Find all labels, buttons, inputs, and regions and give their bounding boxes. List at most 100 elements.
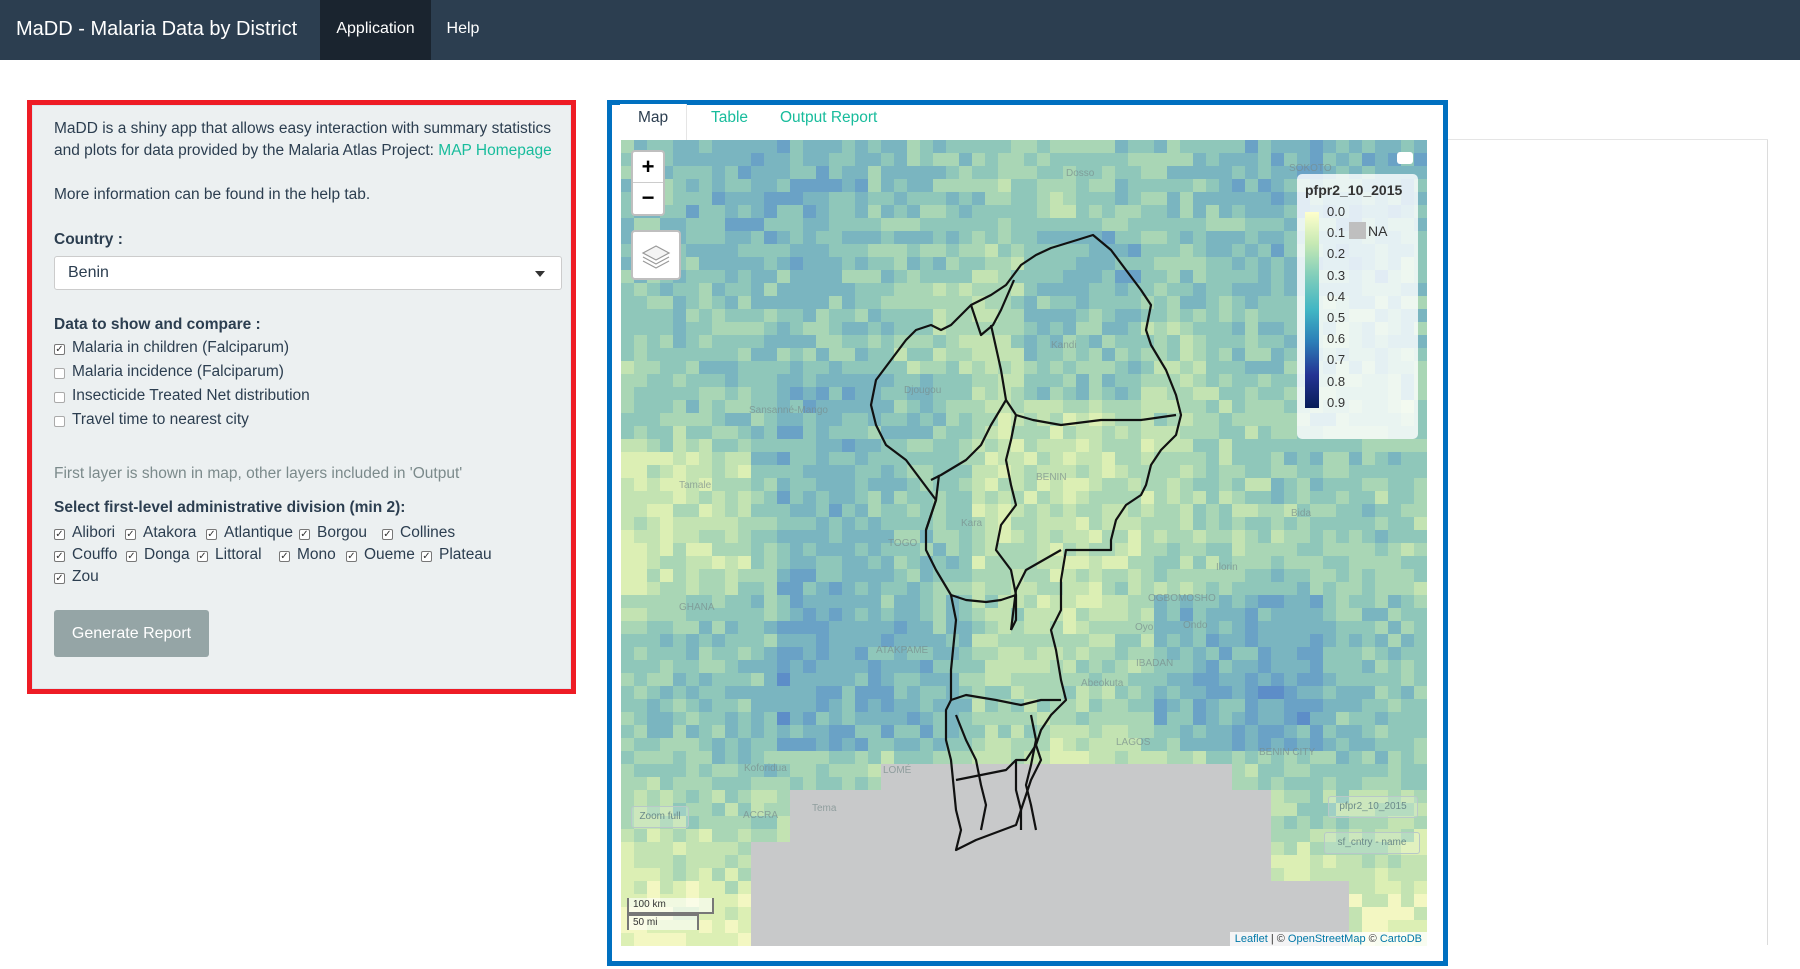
legend-na-swatch (1349, 222, 1366, 239)
map-legend: pfpr2_10_2015 0.0 0.1 0.2 0.3 0.4 0.5 0.6 0.7 0.… (1297, 174, 1418, 439)
admin-option-checkbox[interactable]: ✓ (346, 551, 357, 562)
city-label: OGBOMOSHO (1148, 593, 1216, 604)
data-option-checkbox[interactable] (54, 416, 65, 427)
layer-button-country[interactable]: sf_cntry - name (1324, 832, 1420, 854)
cartodb-link[interactable]: CartoDB (1380, 933, 1422, 945)
admin-option-checkbox[interactable]: ✓ (54, 573, 65, 584)
osm-link[interactable]: OpenStreetMap (1288, 933, 1366, 945)
admin-option-checkbox[interactable]: ✓ (54, 529, 65, 540)
data-option-checkbox[interactable] (54, 392, 65, 403)
admin-option-checkbox[interactable]: ✓ (54, 551, 65, 562)
generate-report-button[interactable]: Generate Report (54, 610, 209, 657)
city-label: TOGO (888, 538, 918, 549)
admin-option-checkbox[interactable]: ✓ (279, 551, 290, 562)
admin-option-label[interactable]: Borgou (317, 524, 367, 542)
intro-text: MaDD is a shiny app that allows easy int… (54, 120, 552, 137)
attribution-sep2: © (1368, 933, 1377, 945)
map-homepage-link[interactable]: MAP Homepage (438, 142, 551, 159)
city-label: LOMÉ (883, 765, 912, 776)
leaflet-link[interactable]: Leaflet (1235, 933, 1268, 945)
country-select[interactable]: Benin (54, 256, 562, 290)
admin-option-checkbox[interactable]: ✓ (125, 529, 136, 540)
legend-tick-label: 0.3 (1327, 267, 1346, 283)
legend-tick-label: 0.6 (1327, 331, 1346, 347)
legend-tick-label: 0.0 (1327, 204, 1346, 219)
city-label: Bida (1291, 508, 1312, 519)
city-label: Ilorin (1216, 562, 1238, 573)
layers-icon (641, 245, 671, 269)
legend-color-ramp (1305, 212, 1319, 408)
city-label: IBADAN (1136, 658, 1174, 669)
layer-button-raster[interactable]: pfpr2_10_2015 (1328, 796, 1418, 818)
zoom-out-button[interactable]: − (633, 183, 663, 213)
admin-option-checkbox[interactable]: ✓ (421, 551, 432, 562)
data-option-checkbox[interactable] (54, 368, 65, 379)
admin-option-checkbox[interactable]: ✓ (382, 529, 393, 540)
data-option-label[interactable]: Travel time to nearest city (72, 411, 249, 429)
country-label: Country : (54, 231, 123, 248)
city-label: BENIN (1036, 472, 1067, 483)
data-option-checkbox[interactable]: ✓ (54, 344, 65, 355)
tab-map[interactable]: Map (620, 104, 688, 140)
zoom-control: + − (631, 150, 665, 216)
layer-note: First layer is shown in map, other layer… (54, 465, 463, 482)
admin-option-checkbox[interactable]: ✓ (206, 529, 217, 540)
boundary-atakora-donga (930, 324, 1008, 481)
admin-option-label[interactable]: Collines (400, 524, 455, 542)
legend-tick-label: 0.7 (1327, 352, 1346, 368)
data-option-label[interactable]: Malaria in children (Falciparum) (72, 339, 289, 357)
map-view[interactable]: Dosso SOKOTO Kandi Sansanné-Mango Djougou BEN… (621, 140, 1427, 946)
admin-option-checkbox[interactable]: ✓ (126, 551, 137, 562)
city-label: Oyo (1135, 622, 1154, 633)
admin-option-label[interactable]: Zou (72, 568, 99, 586)
admin-option-label[interactable]: Donga (144, 546, 190, 564)
nav-tab-application[interactable]: Application (320, 0, 431, 60)
city-label: Djougou (904, 385, 942, 396)
tabs-divider (1448, 139, 1768, 140)
boundary-donga-collines (924, 474, 941, 531)
city-label: BENIN CITY (1259, 747, 1316, 758)
scale-bar-mi: 50 mi (627, 914, 699, 930)
zoom-in-button[interactable]: + (633, 152, 663, 183)
legend-tick-label: 0.2 (1327, 246, 1346, 262)
legend-na-label: NA (1368, 223, 1388, 239)
nav-tab-help[interactable]: Help (431, 0, 495, 60)
admin-option-label[interactable]: Plateau (439, 546, 492, 564)
city-label: Tema (812, 803, 837, 814)
admin-option-label[interactable]: Alibori (72, 524, 115, 542)
city-label: Koforidua (744, 763, 787, 774)
admin-option-checkbox[interactable]: ✓ (299, 529, 310, 540)
city-label: Sansanné-Mango (749, 405, 828, 416)
info-text: More information can be found in the hel… (54, 186, 371, 203)
legend-tick-label: 0.8 (1327, 373, 1346, 389)
tab-output-report[interactable]: Output Report (780, 104, 877, 140)
chevron-down-icon (535, 271, 545, 277)
admin-option-label[interactable]: Couffo (72, 546, 117, 564)
scale-bar-km: 100 km (627, 898, 714, 914)
legend-tick-label: 0.5 (1327, 310, 1346, 325)
city-label: LAGOS (1116, 737, 1151, 748)
admin-option-label[interactable]: Atlantique (224, 524, 293, 542)
minimize-toggle[interactable] (1397, 152, 1413, 164)
sidebar-panel: MaDD is a shiny app that allows easy int… (32, 105, 571, 689)
admin-option-label[interactable]: Oueme (364, 546, 415, 564)
zoom-full-button[interactable]: Zoom full (631, 806, 689, 828)
app-title: MaDD - Malaria Data by District (16, 18, 298, 40)
panel-border (1767, 140, 1768, 945)
admin-option-label[interactable]: Atakora (143, 524, 196, 542)
country-outline (869, 233, 1183, 852)
map-attribution: Leaflet | © OpenStreetMap © CartoDB (1229, 932, 1427, 946)
city-label: Abeokuta (1081, 678, 1124, 689)
layers-control[interactable] (631, 230, 681, 280)
data-label: Data to show and compare : (54, 316, 261, 333)
intro-text-2: and plots for data provided by the Malar… (54, 142, 434, 159)
boundary-collines (1009, 549, 1062, 631)
data-option-label[interactable]: Malaria incidence (Falciparum) (72, 363, 284, 381)
city-label: SOKOTO (1289, 163, 1332, 174)
tab-table[interactable]: Table (711, 104, 748, 140)
admin-option-label[interactable]: Mono (297, 546, 336, 564)
admin-option-label[interactable]: Littoral (215, 546, 262, 564)
admin-option-checkbox[interactable]: ✓ (197, 551, 208, 562)
data-option-label[interactable]: Insecticide Treated Net distribution (72, 387, 310, 405)
admin-label: Select first-level administrative divisi… (54, 499, 406, 516)
